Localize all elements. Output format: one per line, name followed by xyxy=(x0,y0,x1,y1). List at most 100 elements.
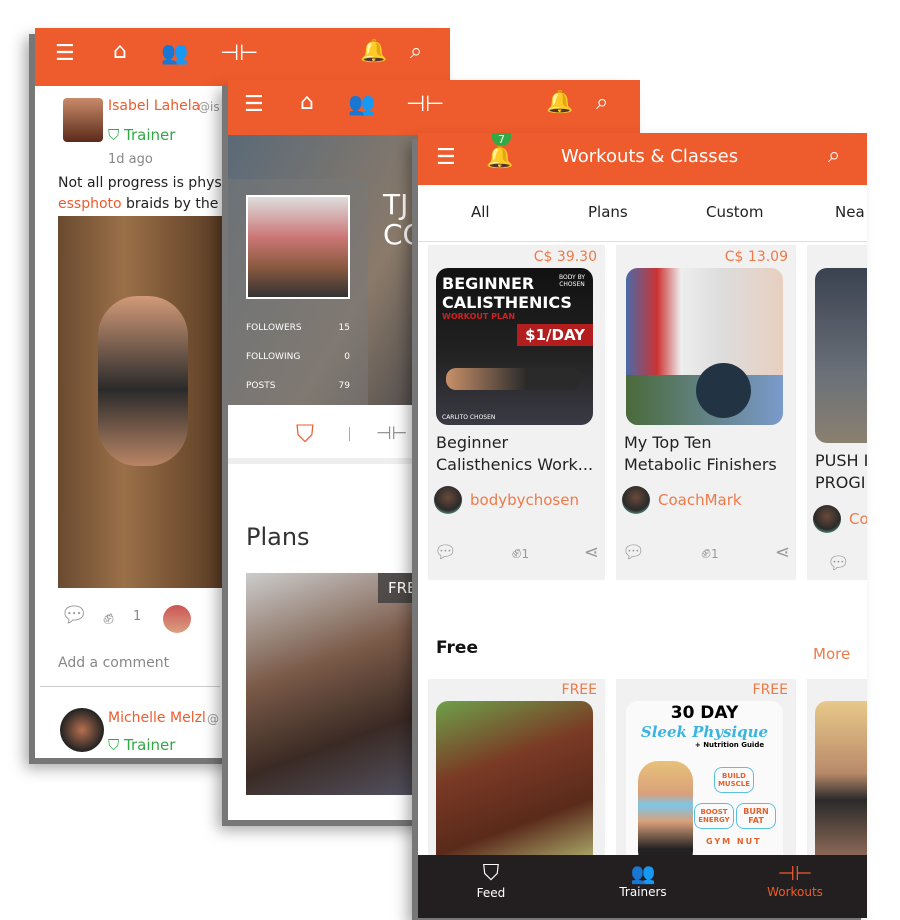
post-avatar[interactable] xyxy=(63,98,103,142)
img-text: $1/DAY xyxy=(517,324,593,346)
role-label: Trainer xyxy=(124,736,176,754)
tab-custom[interactable]: Custom xyxy=(706,203,763,221)
nav-label: Feed xyxy=(476,886,506,900)
plan-image: BEGINNER CALISTHENICS WORKOUT PLAN $1/DAY… xyxy=(436,268,593,425)
add-comment-input[interactable]: Add a comment xyxy=(58,655,169,671)
img-text: Sleek Physique xyxy=(640,723,769,741)
like-icon[interactable]: ✊︎ xyxy=(103,605,114,629)
group-icon[interactable]: 👥 xyxy=(161,43,188,65)
like-count: 1 xyxy=(521,547,530,561)
profile-list-icon[interactable]: ☰ xyxy=(244,94,264,116)
free-image xyxy=(436,701,593,881)
img-text: WORKOUT PLAN xyxy=(442,312,516,321)
stat-posts[interactable]: POSTS 79 xyxy=(246,381,350,391)
stat-value: 15 xyxy=(338,323,350,333)
stat-followers[interactable]: FOLLOWERS 15 xyxy=(246,323,350,333)
profile-list-icon[interactable]: ☰ xyxy=(436,147,456,169)
plan-author[interactable]: bodybychosen xyxy=(434,486,579,514)
free-image: 30 DAY Sleek Physique + Nutrition Guide … xyxy=(626,701,783,881)
comment-icon[interactable]: 💬︎ xyxy=(60,603,88,628)
post-text-tail: braids by the xyxy=(121,196,219,212)
plan-title: PUSH I PROGI xyxy=(815,450,867,494)
group-icon[interactable]: 👥 xyxy=(348,94,375,116)
kettlebell-icon: ⛉ xyxy=(108,736,125,754)
like-icon[interactable]: ✊︎1 xyxy=(701,542,719,563)
plan-author[interactable]: Coa xyxy=(813,505,867,533)
img-text: BEGINNER xyxy=(442,274,535,293)
feed-tab-kettlebell-icon[interactable]: ⛉ xyxy=(296,420,314,448)
bell-icon[interactable]: 🔔 xyxy=(360,41,387,63)
img-text: CALISTHENICS xyxy=(442,293,572,312)
plan-image[interactable]: FREE xyxy=(246,573,436,795)
free-card[interactable]: FREE xyxy=(428,679,605,881)
nav-label: Trainers xyxy=(619,885,667,899)
free-card[interactable] xyxy=(807,679,867,881)
post-avatar[interactable] xyxy=(60,708,104,752)
comment-icon[interactable]: 💬︎ xyxy=(827,553,850,574)
author-name: CoachMark xyxy=(658,491,742,509)
dumbbell-icon: ⊣⊢ xyxy=(777,861,813,885)
comment-icon[interactable]: 💬︎ xyxy=(622,542,645,563)
plan-card[interactable]: C$ 39.30 BEGINNER CALISTHENICS WORKOUT PL… xyxy=(428,245,605,580)
more-link[interactable]: More xyxy=(813,645,850,663)
img-text: BURN FAT xyxy=(736,803,776,829)
nav-workouts[interactable]: ⊣⊢ Workouts xyxy=(750,861,840,899)
nav-trainers[interactable]: 👥 Trainers xyxy=(598,861,688,899)
profile-list-icon[interactable]: ☰ xyxy=(55,43,75,65)
post-photo[interactable] xyxy=(58,216,223,588)
tab-nearby[interactable]: Nea xyxy=(835,203,865,221)
group-icon: 👥 xyxy=(630,861,656,885)
tab-divider xyxy=(349,427,350,441)
nav-feed[interactable]: ⛉ Feed xyxy=(446,861,536,900)
search-icon[interactable]: ⌕ xyxy=(410,41,422,63)
divider xyxy=(40,686,220,687)
workouts-header: ☰ 🔔 7 Workouts & Classes ⌕ xyxy=(418,133,867,185)
share-icon[interactable]: ⋖ xyxy=(584,542,599,563)
like-count: 1 xyxy=(711,547,719,561)
title-line: My Top Ten xyxy=(624,433,712,452)
tabs-divider xyxy=(418,241,867,242)
home-icon[interactable]: ⌂ xyxy=(113,41,127,63)
stat-label: POSTS xyxy=(246,381,276,391)
plan-author[interactable]: CoachMark xyxy=(622,486,742,514)
img-text: BOOST ENERGY xyxy=(694,803,734,829)
tab-all[interactable]: All xyxy=(471,203,490,221)
plans-tab-dumbbell-icon[interactable]: ⊣⊢ xyxy=(376,423,407,444)
stat-value: 0 xyxy=(344,352,350,362)
free-card[interactable]: FREE 30 DAY Sleek Physique + Nutrition G… xyxy=(616,679,796,881)
search-icon[interactable]: ⌕ xyxy=(828,145,840,167)
dumbbell-icon[interactable]: ⊣⊢ xyxy=(406,94,444,116)
plan-card[interactable]: PUSH I PROGI Coa 💬︎ xyxy=(807,245,867,580)
plan-image xyxy=(626,268,783,425)
bottom-nav: ⛉ Feed 👥 Trainers ⊣⊢ Workouts xyxy=(418,855,867,918)
post-author[interactable]: Michelle Melzl xyxy=(108,710,206,726)
bell-icon[interactable]: 🔔 xyxy=(546,92,573,114)
img-text: BODY BY CHOSEN xyxy=(558,274,586,288)
price: C$ 13.09 xyxy=(724,249,788,265)
search-icon[interactable]: ⌕ xyxy=(596,92,608,114)
img-text: + Nutrition Guide xyxy=(694,741,765,749)
kettlebell-icon: ⛉ xyxy=(482,861,500,886)
plans-title: Plans xyxy=(246,523,310,551)
home-icon[interactable]: ⌂ xyxy=(300,92,314,114)
share-icon[interactable]: ⋖ xyxy=(775,542,790,563)
post-author[interactable]: Isabel Lahela xyxy=(108,98,200,114)
comment-icon[interactable]: 💬︎ xyxy=(434,542,457,563)
post-link[interactable]: essphoto xyxy=(58,196,122,212)
card-actions: 💬︎ ✊︎1 ⋖ xyxy=(434,542,599,563)
dumbbell-icon[interactable]: ⊣⊢ xyxy=(220,43,258,65)
profile-photo[interactable] xyxy=(246,195,350,299)
stat-following[interactable]: FOLLOWING 0 xyxy=(246,352,350,362)
plan-card[interactable]: C$ 13.09 My Top Ten Metabolic Finishers C… xyxy=(616,245,796,580)
trainer-badge: ⛉ Trainer xyxy=(108,736,175,754)
card-actions: 💬︎ ✊︎1 ⋖ xyxy=(622,542,790,563)
bell-icon[interactable]: 🔔 xyxy=(486,147,513,169)
free-badge: FREE xyxy=(561,682,597,698)
profile-header: ☰ ⌂ 👥 ⊣⊢ 🔔 ⌕ xyxy=(228,80,640,135)
trainer-badge: ⛉ Trainer xyxy=(108,126,175,144)
liker-avatar[interactable] xyxy=(163,605,191,633)
tab-plans[interactable]: Plans xyxy=(588,203,628,221)
screen-title: Workouts & Classes xyxy=(561,146,739,167)
like-icon[interactable]: ✊︎1 xyxy=(512,542,530,563)
title-line: Beginner xyxy=(436,433,509,452)
